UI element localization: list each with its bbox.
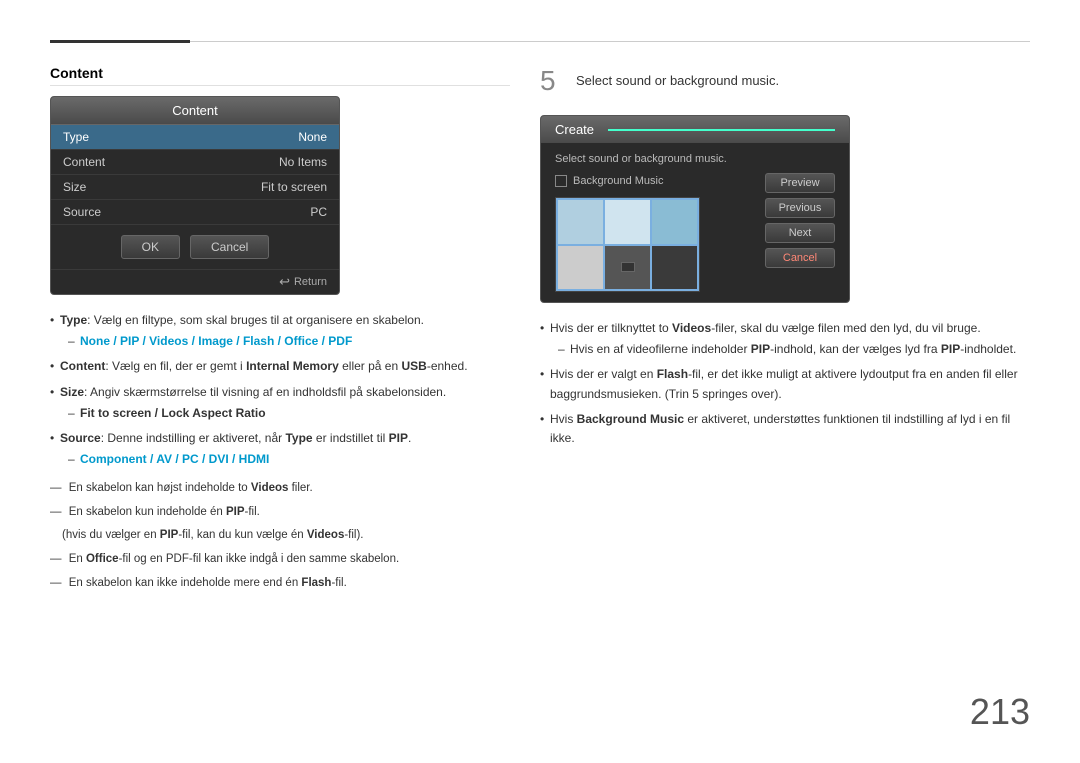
sub-bullet-size: Fit to screen / Lock Aspect Ratio: [60, 404, 510, 423]
bullet-source: Source: Denne indstilling er aktiveret, …: [50, 429, 510, 469]
preview-grid: [555, 197, 700, 292]
create-panel-body: Select sound or background music. Backgr…: [541, 143, 849, 302]
return-arrow-icon: ↩: [279, 274, 290, 290]
source-label: Source: [63, 205, 101, 219]
create-title-text: Create: [555, 122, 594, 137]
grid-cell-3: [652, 200, 697, 244]
top-decorative-lines: [50, 40, 1030, 43]
create-panel-title: Create: [541, 116, 849, 143]
content-label: Content: [63, 155, 105, 169]
bullet-size: Size: Angiv skærmstørrelse til visning a…: [50, 383, 510, 423]
sub-bullet-source: Component / AV / PC / DVI / HDMI: [60, 450, 510, 469]
right-sub-bullet-1: Hvis en af videofilerne indeholder PIP-i…: [550, 340, 1030, 359]
step-number: 5: [540, 65, 556, 97]
create-cancel-button[interactable]: Cancel: [765, 248, 835, 268]
left-bullet-list: Type: Vælg en filtype, som skal bruges t…: [50, 311, 510, 469]
background-music-checkbox[interactable]: [555, 175, 567, 187]
panel-buttons-row: OK Cancel: [51, 225, 339, 269]
create-panel-left: Select sound or background music. Backgr…: [555, 153, 755, 292]
background-music-label: Background Music: [573, 175, 664, 187]
grid-cell-4: [558, 246, 603, 290]
notes-section: — En skabelon kan højst indeholde to Vid…: [50, 479, 510, 593]
create-panel-desc: Select sound or background music.: [555, 153, 755, 165]
content-heading: Content: [50, 65, 510, 86]
note-1: — En skabelon kan højst indeholde to Vid…: [50, 479, 510, 499]
bullet-content: Content: Vælg en fil, der er gemt i Inte…: [50, 357, 510, 376]
size-value: Fit to screen: [261, 180, 327, 194]
previous-button[interactable]: Previous: [765, 198, 835, 218]
panel-row-source[interactable]: Source PC: [51, 200, 339, 225]
create-panel-buttons: Preview Previous Next Cancel: [765, 153, 835, 292]
create-panel: Create Select sound or background music.…: [540, 115, 850, 303]
step5-header: 5 Select sound or background music.: [540, 65, 1030, 105]
content-panel: Content Type None Content No Items Size …: [50, 96, 340, 295]
preview-button[interactable]: Preview: [765, 173, 835, 193]
thin-line: [190, 41, 1030, 42]
ok-button[interactable]: OK: [121, 235, 180, 259]
sub-bullet-types: None / PIP / Videos / Image / Flash / Of…: [60, 332, 510, 351]
note-4: — En skabelon kan ikke indeholde mere en…: [50, 574, 510, 594]
page-number: 213: [970, 691, 1030, 733]
thick-line: [50, 40, 190, 43]
left-column: Content Content Type None Content No Ite…: [50, 65, 510, 597]
grid-cell-6: [652, 246, 697, 290]
right-column: 5 Select sound or background music. Crea…: [540, 65, 1030, 454]
background-music-checkbox-row[interactable]: Background Music: [555, 175, 755, 187]
panel-row-size[interactable]: Size Fit to screen: [51, 175, 339, 200]
grid-cell-5: [605, 246, 650, 290]
panel-footer: ↩ Return: [51, 269, 339, 294]
bullet-type: Type: Vælg en filtype, som skal bruges t…: [50, 311, 510, 351]
panel-row-content[interactable]: Content No Items: [51, 150, 339, 175]
panel-row-type[interactable]: Type None: [51, 125, 339, 150]
grid-cell-1: [558, 200, 603, 244]
type-value: None: [298, 130, 327, 144]
content-panel-title: Content: [51, 97, 339, 125]
note-2: — En skabelon kun indeholde én PIP-fil.: [50, 503, 510, 523]
grid-cell-2: [605, 200, 650, 244]
cancel-button[interactable]: Cancel: [190, 235, 269, 259]
type-label: Type: [63, 130, 89, 144]
note-2b: (hvis du vælger en PIP-fil, kan du kun v…: [50, 526, 510, 546]
right-bullet-2: Hvis der er valgt en Flash-fil, er det i…: [540, 365, 1030, 403]
return-label: Return: [294, 276, 327, 288]
right-bullet-list: Hvis der er tilknyttet to Videos-filer, …: [540, 319, 1030, 448]
next-button[interactable]: Next: [765, 223, 835, 243]
step-text: Select sound or background music.: [576, 65, 1030, 88]
right-bullet-3: Hvis Background Music er aktiveret, unde…: [540, 410, 1030, 448]
right-bullet-1: Hvis der er tilknyttet to Videos-filer, …: [540, 319, 1030, 359]
source-value: PC: [310, 205, 327, 219]
create-title-bar: [608, 129, 835, 131]
note-3: — En Office-fil og en PDF-fil kan ikke i…: [50, 550, 510, 570]
size-label: Size: [63, 180, 86, 194]
content-value: No Items: [279, 155, 327, 169]
